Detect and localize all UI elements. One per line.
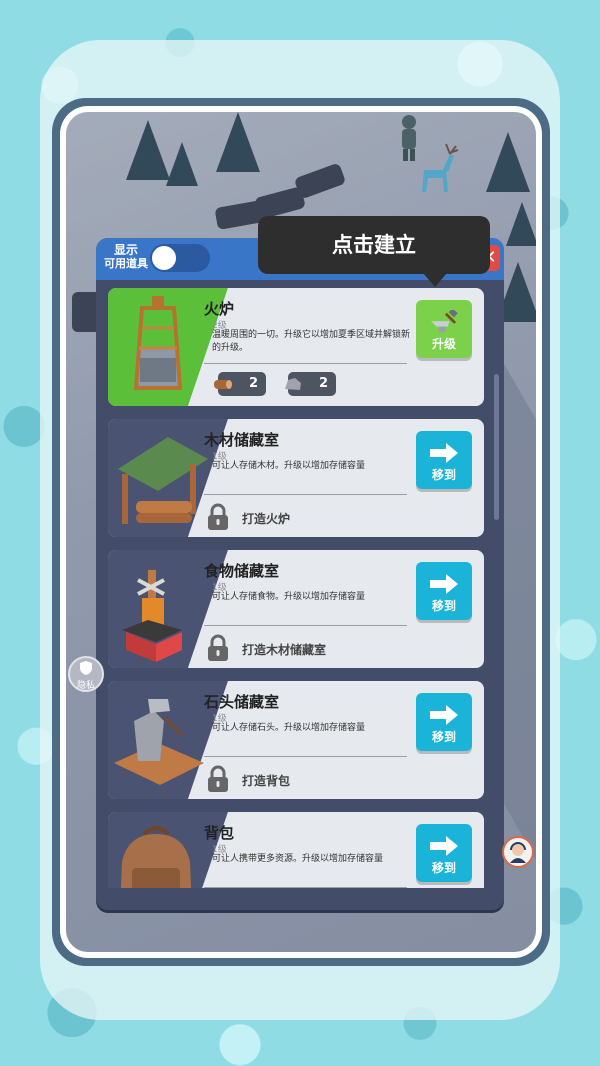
go-to-label: 移到 [431,468,456,482]
list-item: 石头储藏室 1级 可让人存储石头。升级以增加存储容量 打造背包 移到 [108,681,484,799]
requirement-text: 打造火炉 [242,512,291,526]
available-items-label: 显示 可用道具 [104,243,148,271]
available-items-toggle[interactable] [150,244,210,272]
building-list[interactable]: 火炉 2级 温暖周围的一切。升级它以增加夏季区域并解锁新的升级。 2 2 升级 [108,288,484,888]
item-title: 木材储藏室 [204,431,280,449]
item-title: 背包 [204,824,235,842]
wood-cost-count: 2 [248,376,258,391]
go-to-label: 移到 [431,730,456,744]
toggle-label-line2: 可用道具 [104,257,148,270]
shield-icon [80,661,92,675]
divider [204,887,407,888]
item-description: 可让人存储木材。升级以增加存储容量 [212,461,366,471]
item-description: 可让人携带更多资源。升级以增加存储容量 [212,854,384,864]
item-title: 食物储藏室 [204,562,280,580]
list-item: 背包 1级 可让人携带更多资源。升级以增加存储容量 移到 [108,812,484,888]
go-to-button[interactable]: 移到 [416,562,472,620]
divider [204,625,407,626]
requirement-text: 打造木材储藏室 [242,643,327,657]
go-to-button[interactable]: 移到 [416,693,472,751]
anvil-hammer-icon [431,310,458,333]
toggle-label-line1: 显示 [113,243,138,257]
tooltip-pointer [423,273,447,287]
go-to-label: 移到 [431,599,456,613]
arrow-right-icon [430,836,458,856]
privacy-label: 隐私 [76,681,95,691]
arrow-right-icon [430,705,458,725]
privacy-button[interactable]: 隐私 [68,656,104,692]
item-description: 可让人存储石头。升级以增加存储容量 [212,723,366,733]
divider [204,756,407,757]
list-item: 火炉 2级 温暖周围的一切。升级它以增加夏季区域并解锁新的升级。 2 2 升级 [108,288,484,406]
build-hint-tooltip: 点击建立 [258,216,490,274]
upgrade-label: 升级 [431,337,456,351]
go-to-button[interactable]: 移到 [416,431,472,489]
stone-icon [285,378,301,390]
customer-service-button[interactable] [502,836,534,868]
requirement-text: 打造背包 [242,774,291,788]
item-title: 石头储藏室 [204,693,280,711]
upgrade-button[interactable]: 升级 [416,300,472,358]
item-description: 温暖周围的一切。升级它以增加夏季区域并解锁新的升级。 [212,330,411,353]
lock-icon [208,634,228,661]
item-title: 火炉 [204,300,235,318]
arrow-right-icon [430,443,458,463]
divider [204,363,407,364]
wood-log-icon [214,380,232,389]
toggle-knob [152,246,176,270]
item-description: 可让人存储食物。升级以增加存储容量 [212,592,366,602]
stone-cost-chip: 2 [285,372,336,396]
list-scrollbar[interactable] [494,374,499,520]
lock-icon [208,765,228,792]
lock-icon [208,503,228,530]
divider [204,494,407,495]
arrow-right-icon [430,574,458,594]
go-to-button[interactable]: 移到 [416,824,472,882]
stone-cost-count: 2 [318,376,328,391]
wood-cost-chip: 2 [214,372,266,396]
list-item: 食物储藏室 1级 可让人存储食物。升级以增加存储容量 打造木材储藏室 移到 [108,550,484,668]
go-to-label: 移到 [431,861,456,875]
support-agent-icon [510,842,526,863]
list-item: 木材储藏室 1级 可让人存储木材。升级以增加存储容量 打造火炉 移到 [108,419,484,537]
